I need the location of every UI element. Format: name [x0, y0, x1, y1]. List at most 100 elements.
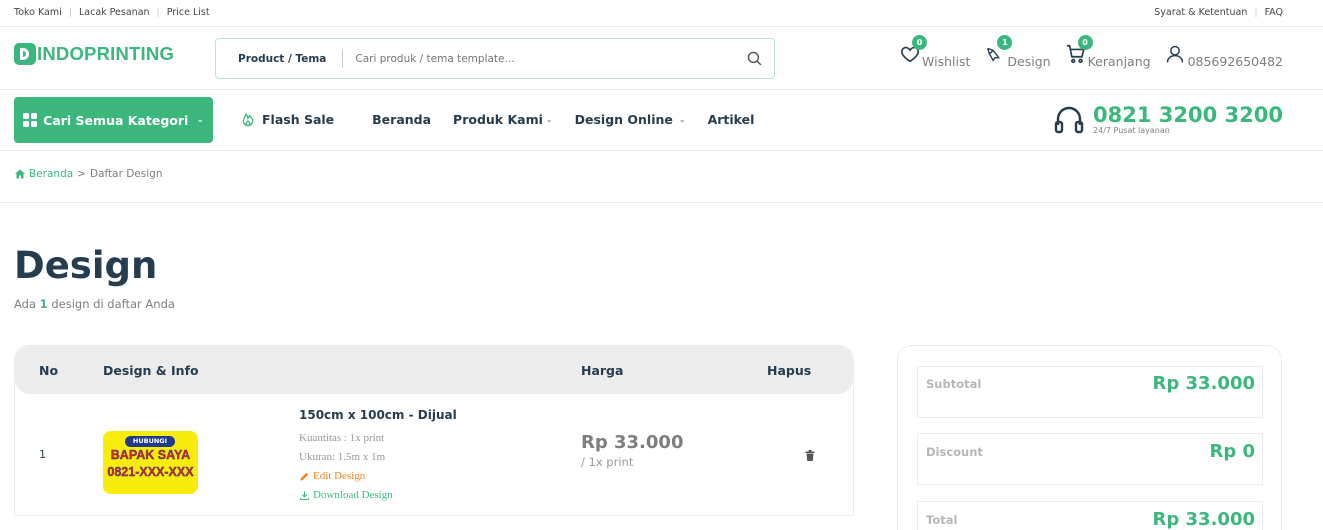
divider: | [68, 7, 72, 18]
design-size: Ukuran: 1.5m x 1m [299, 451, 386, 463]
divider [0, 202, 1323, 203]
hotline-subtitle: 24/7 Pusat layanan [1093, 126, 1170, 135]
hotline-number[interactable]: 0821 3200 3200 [1093, 104, 1283, 126]
nav-item-label: Beranda [372, 111, 432, 127]
account-phone: 085692650482 [1187, 54, 1283, 69]
nav-item-design-online[interactable]: Design Online ⌄ [575, 112, 686, 127]
design-tool-icon: 1 [984, 35, 1013, 65]
divider: | [156, 7, 160, 18]
discount-box: Discount Rp 0 [917, 433, 1263, 485]
logo[interactable]: INDOPRINTING [14, 43, 174, 65]
design-count-badge: 1 [997, 35, 1013, 50]
nav-item-label: Artikel [707, 111, 755, 127]
nav-item-label: Flash Sale [262, 111, 335, 127]
table-header: No Design & Info Harga Hapus [15, 346, 853, 394]
all-categories-button[interactable]: Cari Semua Kategori ⌄ [14, 97, 213, 143]
column-header-price: Harga [581, 363, 624, 378]
order-summary: Subtotal Rp 33.000 Discount Rp 0 Total R… [897, 345, 1282, 530]
nav-item-produk-kami[interactable]: Produk Kami ⌄ [453, 112, 553, 127]
design-count: 1 [39, 297, 48, 311]
faq-link[interactable]: FAQ [1265, 7, 1283, 18]
count-prefix: Ada [14, 297, 37, 311]
wishlist-label: Wishlist [922, 54, 971, 69]
all-categories-label: Cari Semua Kategori [43, 112, 189, 128]
edit-design-link[interactable]: Edit Design [299, 467, 457, 486]
design-link[interactable]: 1 Design [984, 35, 1051, 69]
price-amount: Rp 33.000 [581, 432, 684, 453]
total-value: Rp 33.000 [1152, 509, 1255, 530]
home-icon [15, 169, 25, 179]
top-bar-right-links: Syarat & Ketentuan | FAQ [1154, 7, 1283, 18]
header: INDOPRINTING Product / Tema 0 Wishlist 1… [0, 27, 1323, 90]
design-info: 150cm x 100cm - Dijual Kuantitas : 1x pr… [299, 408, 457, 505]
column-header-delete: Hapus [767, 363, 812, 378]
logo-mark-icon [14, 43, 36, 65]
subtotal-value: Rp 33.000 [1152, 373, 1255, 394]
breadcrumb-home-label: Beranda [29, 168, 74, 180]
price-list-link[interactable]: Price List [167, 7, 210, 18]
breadcrumb: Beranda > Daftar Design [14, 168, 162, 180]
subtotal-box: Subtotal Rp 33.000 [917, 366, 1263, 418]
account-link[interactable]: 085692650482 [1165, 43, 1283, 69]
header-actions: 0 Wishlist 1 Design 0 Keranjang 08569265… [899, 35, 1283, 69]
count-suffix: design di daftar Anda [51, 297, 175, 311]
nav-item-flash-sale[interactable]: Flash Sale [240, 111, 334, 127]
nav-item-artikel[interactable]: Artikel [708, 112, 755, 127]
breadcrumb-home[interactable]: Beranda [14, 168, 73, 180]
logo-text: INDOPRINTING [37, 43, 175, 64]
row-number: 1 [39, 448, 46, 461]
syarat-ketentuan-link[interactable]: Syarat & Ketentuan [1154, 7, 1247, 18]
lacak-pesanan-link[interactable]: Lacak Pesanan [79, 7, 150, 18]
search-category-select[interactable]: Product / Tema [216, 49, 344, 68]
price-unit: / 1x print [581, 455, 634, 469]
page-title: Design [14, 244, 158, 287]
breadcrumb-separator: > [77, 168, 86, 180]
search-bar: Product / Tema [215, 38, 775, 79]
subtotal-label: Subtotal [926, 377, 982, 391]
grid-icon [23, 113, 38, 127]
trash-icon [805, 450, 815, 461]
thumbnail-pill-text: HUBUNGI [125, 436, 175, 447]
download-icon [299, 491, 310, 501]
chevron-down-icon: ⌄ [678, 114, 686, 124]
headset-icon [1054, 106, 1084, 133]
nav-item-beranda[interactable]: Beranda [372, 112, 431, 127]
user-icon [1165, 43, 1187, 65]
cart-link[interactable]: 0 Keranjang [1065, 35, 1151, 69]
download-design-link[interactable]: Download Design [299, 486, 457, 505]
price-cell: Rp 33.000 / 1x print [581, 432, 683, 469]
top-bar: Toko Kami | Lacak Pesanan | Price List S… [0, 0, 1323, 27]
design-label: Design [1007, 54, 1051, 69]
column-header-design: Design & Info [103, 363, 199, 378]
search-icon [747, 51, 761, 66]
hotline: 0821 3200 3200 24/7 Pusat layanan [1053, 104, 1283, 135]
table-row: 1 HUBUNGI BAPAK SAYA 0821-XXX-XXX 150cm … [15, 394, 853, 516]
nav-item-label: Design Online [574, 111, 673, 127]
design-thumbnail[interactable]: HUBUNGI BAPAK SAYA 0821-XXX-XXX [103, 431, 198, 494]
nav-menu: Flash Sale Beranda Produk Kami ⌄ Design … [240, 111, 792, 127]
divider: | [1254, 7, 1258, 18]
search-input[interactable] [355, 52, 734, 65]
delete-button[interactable] [805, 446, 815, 465]
top-bar-left-links: Toko Kami | Lacak Pesanan | Price List [14, 7, 210, 18]
download-design-label: Download Design [313, 489, 393, 501]
thumbnail-line-2: 0821-XXX-XXX [107, 465, 194, 479]
total-label: Total [926, 513, 958, 527]
wishlist-link[interactable]: 0 Wishlist [899, 35, 970, 69]
flame-icon [242, 113, 254, 127]
chevron-down-icon: ⌄ [545, 114, 553, 124]
cart-count-badge: 0 [1077, 35, 1093, 50]
heart-icon: 0 [899, 35, 928, 65]
total-box: Total Rp 33.000 [917, 501, 1263, 530]
discount-label: Discount [926, 445, 983, 459]
chevron-down-icon: ⌄ [196, 115, 204, 125]
main-nav: Cari Semua Kategori ⌄ Flash Sale Beranda… [0, 90, 1323, 151]
edit-design-label: Edit Design [313, 470, 366, 482]
search-button[interactable] [734, 39, 774, 78]
design-count-text: Ada 1 design di daftar Anda [14, 297, 175, 311]
column-header-no: No [39, 363, 59, 378]
thumbnail-line-1: BAPAK SAYA [110, 448, 191, 462]
toko-kami-link[interactable]: Toko Kami [14, 7, 62, 18]
pencil-icon [300, 472, 309, 481]
cart-label: Keranjang [1087, 54, 1151, 69]
